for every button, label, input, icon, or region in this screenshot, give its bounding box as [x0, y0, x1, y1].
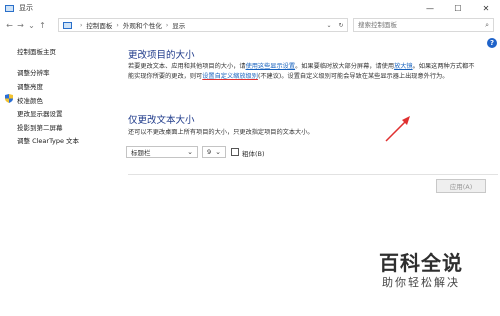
- shield-icon: [5, 94, 13, 103]
- sidebar: 控制面板主页 调整分辨率 调整亮度 校准颜色 更改显示器设置 投影到第二屏幕 调…: [0, 34, 110, 316]
- sidebar-item-display-settings[interactable]: 更改显示器设置: [17, 108, 63, 118]
- sidebar-item-home[interactable]: 控制面板主页: [17, 46, 56, 56]
- window-controls: — ☐ ✕: [416, 0, 500, 16]
- apply-button[interactable]: 应用(A): [436, 179, 486, 193]
- custom-scaling-link[interactable]: 设置自定义缩放级别: [202, 73, 258, 80]
- refresh-icon[interactable]: ↻: [338, 22, 343, 29]
- breadcrumb-separator-icon: ›: [116, 21, 119, 29]
- up-arrow-icon[interactable]: ↑: [37, 18, 48, 32]
- heading-change-size: 更改项目的大小: [128, 50, 195, 61]
- divider: [128, 174, 498, 175]
- magnifier-link[interactable]: 放大镜: [394, 63, 413, 70]
- sidebar-item-calibrate-color[interactable]: 校准颜色: [17, 95, 43, 105]
- change-size-description: 若要更改文本、应用和其他项目的大小，请使用这些显示设置。如果要临时放大部分屏幕，…: [128, 62, 478, 81]
- font-size-select[interactable]: 9 ⌄: [202, 146, 226, 158]
- bold-checkbox[interactable]: [231, 148, 239, 156]
- heading-text-only: 仅更改文本大小: [128, 115, 195, 126]
- text-only-description: 还可以不更改桌面上所有项目的大小，只更改指定项目的文本大小。: [128, 129, 314, 136]
- bold-label: 粗体(B): [242, 150, 265, 158]
- display-settings-link[interactable]: 使用这些显示设置: [246, 63, 296, 70]
- breadcrumb-separator-icon: ›: [80, 21, 83, 29]
- window-title: 显示: [19, 4, 33, 12]
- forward-arrow-icon[interactable]: →: [15, 18, 26, 32]
- address-bar: ← → ⌄ ↑ › 控制面板 › 外观和个性化 › 显示 ⌄ ↻ ⌕: [0, 16, 500, 34]
- item-select-value: 标题栏: [131, 149, 151, 157]
- recent-chevron-icon[interactable]: ⌄: [26, 18, 37, 32]
- sidebar-item-brightness[interactable]: 调整亮度: [17, 81, 43, 91]
- close-button[interactable]: ✕: [472, 0, 500, 16]
- address-dropdown-icon[interactable]: ⌄: [326, 22, 331, 29]
- breadcrumb-appearance[interactable]: 外观和个性化: [123, 20, 162, 30]
- sidebar-item-cleartype[interactable]: 调整 ClearType 文本: [17, 135, 79, 145]
- para1-text-1: 若要更改文本、应用和其他项目的大小，请: [128, 63, 246, 70]
- search-icon[interactable]: ⌕: [485, 21, 489, 30]
- para1-text-4: (不建议)。设置自定义级别可能会导致在某些显示器上出现意外行为。: [257, 72, 449, 80]
- control-panel-icon: [63, 21, 72, 29]
- chevron-down-icon: ⌄: [187, 148, 193, 156]
- maximize-button[interactable]: ☐: [444, 0, 472, 16]
- sidebar-item-project-second-screen[interactable]: 投影到第二屏幕: [17, 122, 63, 132]
- breadcrumb-display[interactable]: 显示: [172, 20, 185, 30]
- sidebar-item-resolution[interactable]: 调整分辨率: [17, 67, 50, 77]
- search-box[interactable]: ⌕: [353, 18, 494, 32]
- chevron-down-icon: ⌄: [215, 148, 221, 156]
- address-controls: ⌄ ↻: [323, 19, 347, 31]
- watermark-logo-text: 百科全说: [379, 251, 463, 275]
- display-app-icon: [5, 4, 14, 12]
- para1-text-2: 。如果要临时放大部分屏幕，请使用: [295, 63, 395, 70]
- watermark-subtitle: 助你轻松解决: [382, 276, 460, 289]
- watermark-logo: 百科全说 助你轻松解决: [356, 247, 486, 293]
- address-field[interactable]: › 控制面板 › 外观和个性化 › 显示 ⌄ ↻: [58, 18, 348, 32]
- item-select[interactable]: 标题栏 ⌄: [126, 146, 198, 158]
- font-size-select-value: 9: [207, 148, 212, 156]
- back-arrow-icon[interactable]: ←: [4, 18, 15, 32]
- minimize-button[interactable]: —: [416, 0, 444, 16]
- search-input[interactable]: [358, 21, 478, 29]
- title-bar: 显示 — ☐ ✕: [0, 0, 500, 16]
- breadcrumb-separator-icon: ›: [165, 21, 169, 29]
- breadcrumb-control-panel[interactable]: 控制面板: [86, 20, 112, 30]
